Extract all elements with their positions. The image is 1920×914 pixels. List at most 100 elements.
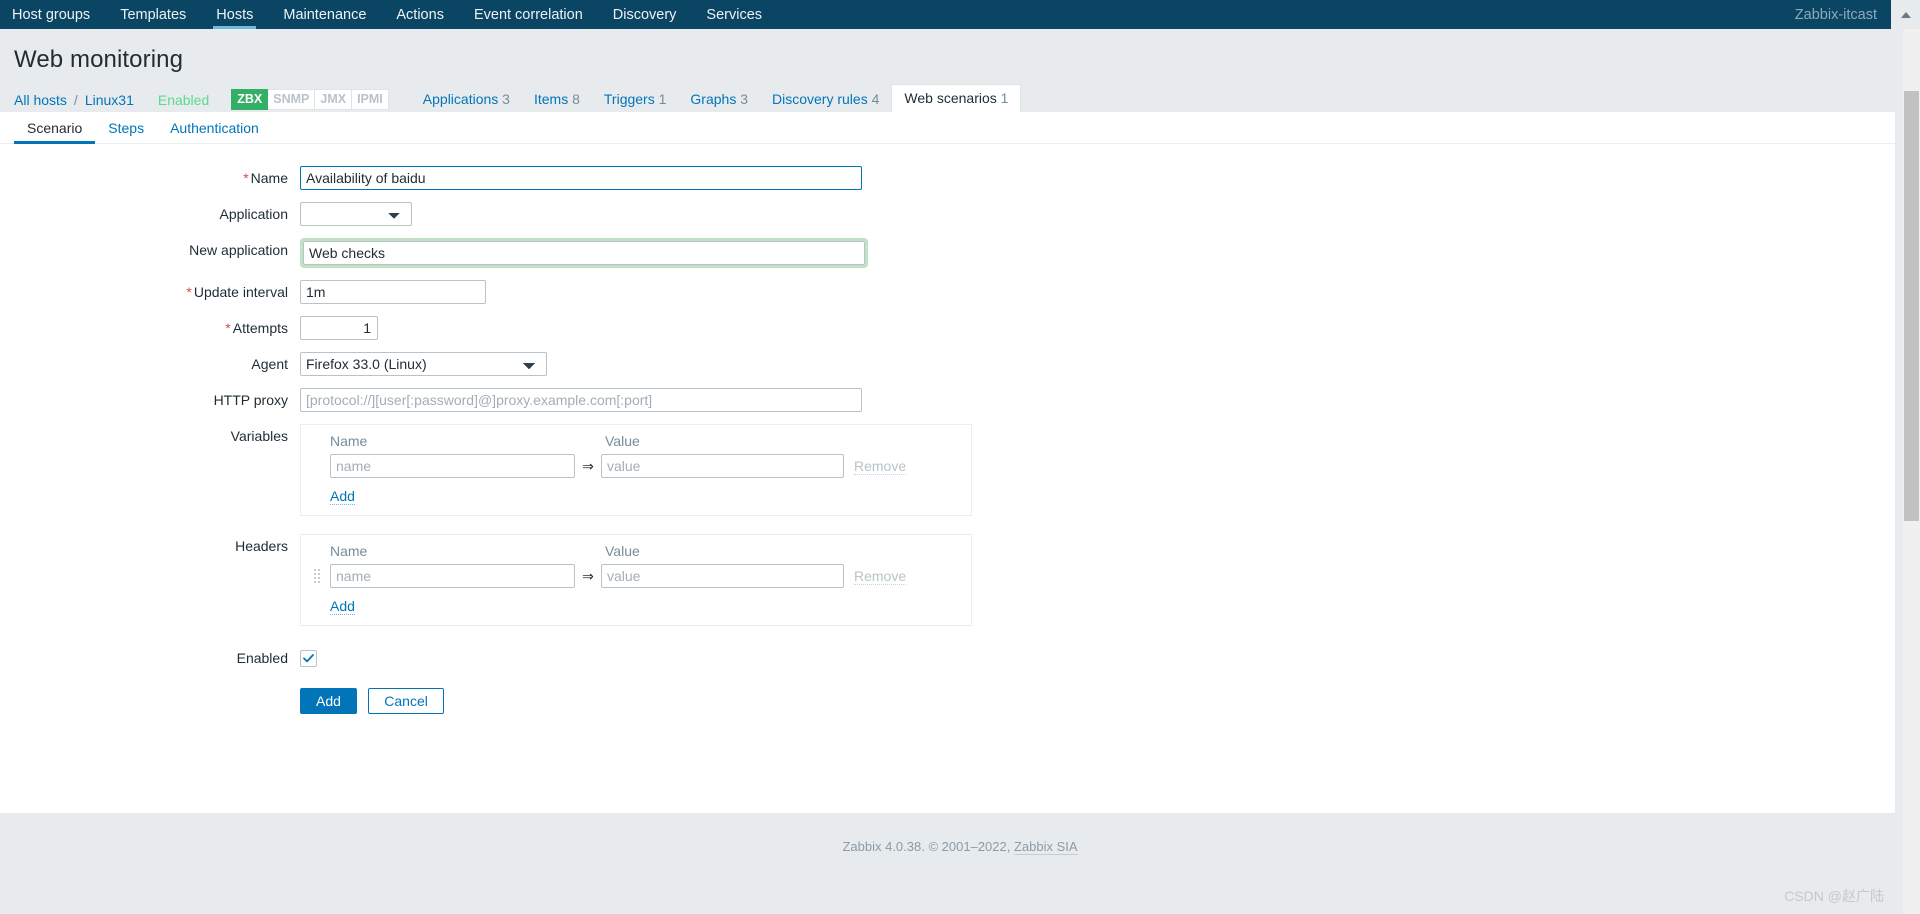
tab-graphs[interactable]: Graphs 3 <box>678 87 760 112</box>
breadcrumb-host-name[interactable]: Linux31 <box>85 92 134 112</box>
caret-up-icon <box>1900 11 1911 18</box>
tab-label: Items <box>533 91 569 107</box>
variables-control: Name Value ⇒ Remove Add <box>300 424 1895 516</box>
variable-remove-button[interactable]: Remove <box>854 458 907 475</box>
new-application-input[interactable] <box>303 241 865 265</box>
new-application-label-wrapper: New application <box>0 238 300 262</box>
required-marker: * <box>243 170 249 186</box>
required-marker: * <box>225 320 231 336</box>
form-tab-bar: Scenario Steps Authentication <box>0 113 1895 144</box>
headers-row: ⇒ Remove <box>313 564 959 588</box>
nav-item-templates[interactable]: Templates <box>105 0 201 29</box>
vertical-scrollbar-track[interactable] <box>1903 29 1920 914</box>
http-proxy-label-wrapper: HTTP proxy <box>0 388 300 412</box>
tab-count: 3 <box>502 91 510 107</box>
tab-count: 1 <box>1000 90 1009 106</box>
breadcrumb-all-hosts[interactable]: All hosts <box>14 92 67 112</box>
tab-triggers[interactable]: Triggers 1 <box>592 87 679 112</box>
nav-item-label: Host groups <box>12 6 91 23</box>
nav-item-discovery[interactable]: Discovery <box>598 0 692 29</box>
interface-badge-snmp[interactable]: SNMP <box>268 89 316 110</box>
page-footer: Zabbix 4.0.38. © 2001–2022, Zabbix SIA <box>0 813 1920 855</box>
cancel-button[interactable]: Cancel <box>368 688 444 714</box>
tab-count: 3 <box>740 91 749 107</box>
form-row-http-proxy: HTTP proxy <box>0 388 1895 412</box>
tab-label: Applications <box>422 91 499 107</box>
nav-item-event-correlation[interactable]: Event correlation <box>459 0 598 29</box>
headers-table-header: Name Value <box>313 543 959 559</box>
tab-applications[interactable]: Applications 3 <box>411 87 522 112</box>
headers-arrow-icon: ⇒ <box>582 567 594 584</box>
agent-select[interactable]: Firefox 33.0 (Linux) <box>300 352 547 376</box>
tab-discovery-rules[interactable]: Discovery rules 4 <box>760 87 891 112</box>
interface-badge-ipmi[interactable]: IPMI <box>352 89 389 110</box>
header-value-input[interactable] <box>601 564 844 588</box>
host-status-badge[interactable]: Enabled <box>158 92 209 112</box>
enabled-checkbox[interactable] <box>300 650 317 667</box>
required-marker: * <box>186 284 192 300</box>
application-control <box>300 202 1895 226</box>
http-proxy-label: HTTP proxy <box>213 392 288 408</box>
form-tab-authentication[interactable]: Authentication <box>157 113 272 143</box>
name-label: Name <box>250 170 288 186</box>
form-tab-steps[interactable]: Steps <box>95 113 157 143</box>
tab-label: Triggers <box>603 91 655 107</box>
variable-name-input[interactable] <box>330 454 575 478</box>
update-interval-label: Update interval <box>193 284 288 300</box>
form-tab-label: Scenario <box>27 120 83 136</box>
attempts-label-wrapper: * Attempts <box>0 316 300 340</box>
variables-add-button[interactable]: Add <box>330 488 355 505</box>
form-row-name: * Name <box>0 166 1895 190</box>
variables-col-name: Name <box>330 433 368 449</box>
nav-item-actions[interactable]: Actions <box>381 0 459 29</box>
name-input[interactable] <box>300 166 862 190</box>
nav-item-maintenance[interactable]: Maintenance <box>268 0 381 29</box>
tab-label: Graphs <box>690 91 737 107</box>
update-interval-input[interactable] <box>300 280 486 304</box>
footer-copyright: Zabbix 4.0.38. © 2001–2022, <box>842 839 1014 854</box>
interface-badge-jmx[interactable]: JMX <box>315 89 353 110</box>
variable-value-input[interactable] <box>601 454 844 478</box>
nav-item-hosts[interactable]: Hosts <box>201 0 268 29</box>
vertical-scrollbar-thumb[interactable] <box>1904 91 1919 521</box>
nav-item-host-groups[interactable]: Host groups <box>0 0 105 29</box>
header-remove-button[interactable]: Remove <box>854 568 907 585</box>
collapse-menu-button[interactable] <box>1891 0 1920 29</box>
breadcrumb-separator: / <box>73 92 78 108</box>
tab-web-scenarios[interactable]: Web scenarios 1 <box>891 84 1022 113</box>
variables-row: ⇒ Remove <box>313 454 959 478</box>
enabled-label: Enabled <box>236 650 288 666</box>
attempts-control <box>300 316 1895 340</box>
top-navigation-bar: Host groups Templates Hosts Maintenance … <box>0 0 1920 29</box>
headers-col-value: Value <box>605 543 640 559</box>
tab-items[interactable]: Items 8 <box>522 87 592 112</box>
tab-count: 8 <box>572 91 580 107</box>
top-navigation-right: Zabbix-itcast <box>1795 0 1920 29</box>
application-select[interactable] <box>300 202 412 226</box>
tab-label: Discovery rules <box>772 91 868 107</box>
attempts-label: Attempts <box>232 320 288 336</box>
form-tab-label: Steps <box>108 120 145 136</box>
http-proxy-control <box>300 388 1895 412</box>
form-tab-scenario[interactable]: Scenario <box>14 113 96 144</box>
add-button[interactable]: Add <box>300 688 357 714</box>
name-control <box>300 166 1895 190</box>
headers-control: Name Value ⇒ Remove Add <box>300 534 1895 626</box>
headers-add-button[interactable]: Add <box>330 598 355 615</box>
http-proxy-input[interactable] <box>300 388 862 412</box>
drag-handle-icon[interactable] <box>313 567 324 585</box>
footer-zabbix-link[interactable]: Zabbix SIA <box>1013 839 1078 855</box>
form-row-update-interval: * Update interval <box>0 280 1895 304</box>
interface-availability-group: ZBX SNMP JMX IPMI <box>231 89 389 112</box>
form-row-enabled: Enabled <box>0 646 1895 670</box>
headers-label: Headers <box>235 538 288 554</box>
headers-table: Name Value ⇒ Remove Add <box>300 534 972 626</box>
tab-count: 1 <box>658 91 667 107</box>
header-name-input[interactable] <box>330 564 575 588</box>
nav-item-services[interactable]: Services <box>691 0 777 29</box>
application-label: Application <box>219 206 289 222</box>
interface-badge-zbx[interactable]: ZBX <box>231 89 269 110</box>
attempts-input[interactable] <box>300 316 378 340</box>
form-row-buttons: Add Cancel <box>0 688 1895 714</box>
application-label-wrapper: Application <box>0 202 300 226</box>
